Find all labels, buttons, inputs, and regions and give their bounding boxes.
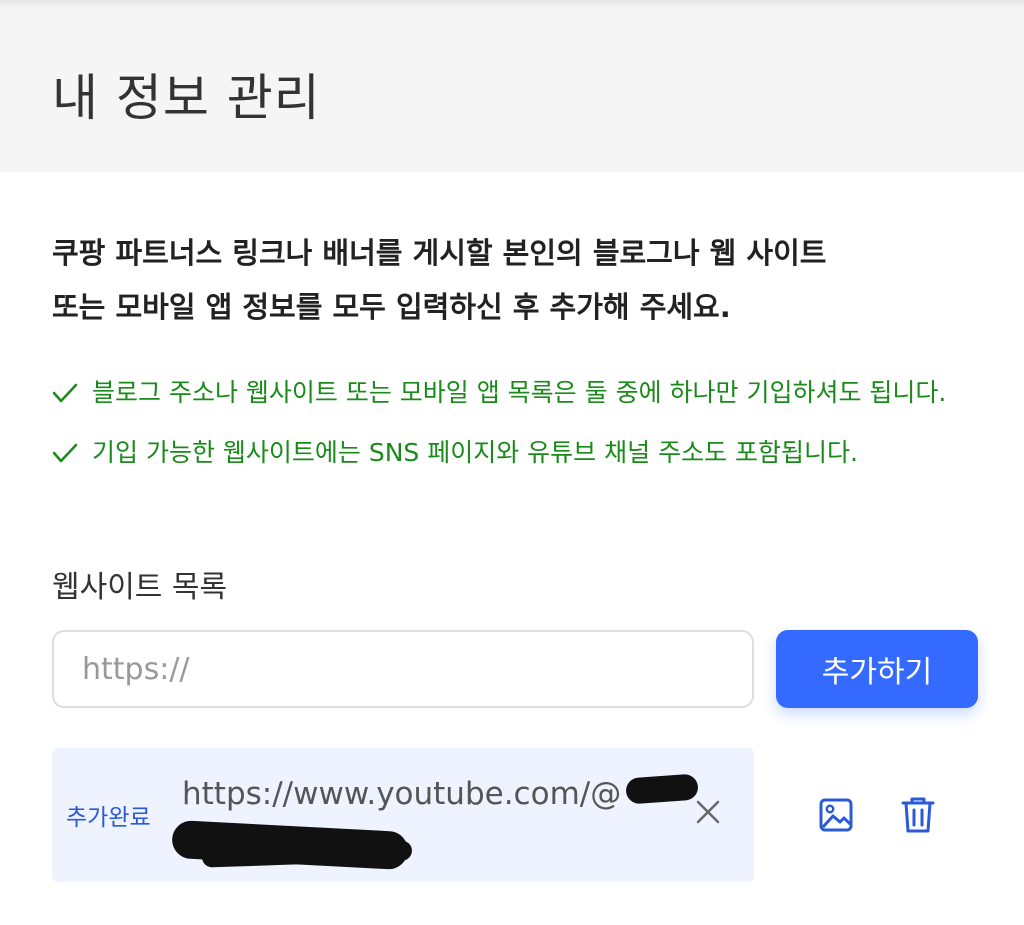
close-icon[interactable] bbox=[688, 792, 728, 832]
page-header: 내 정보 관리 bbox=[0, 0, 1024, 172]
page-title: 내 정보 관리 bbox=[52, 69, 321, 127]
note-item: 기입 가능한 웹사이트에는 SNS 페이지와 유튜브 채널 주소도 포함됩니다. bbox=[52, 428, 972, 478]
check-icon bbox=[52, 383, 78, 403]
website-url: https://www.youtube.com/@ bbox=[182, 776, 622, 812]
intro-line-1: 쿠팡 파트너스 링크나 배너를 게시할 본인의 블로그나 웹 사이트 bbox=[52, 236, 827, 270]
trash-icon[interactable] bbox=[900, 795, 936, 835]
status-badge: 추가완료 bbox=[66, 805, 151, 831]
website-url-input[interactable] bbox=[52, 630, 754, 708]
header-shadow bbox=[0, 0, 1024, 8]
intro-line-2: 또는 모바일 앱 정보를 모두 입력하신 후 추가해 주세요. bbox=[52, 290, 731, 324]
website-list-label: 웹사이트 목록 bbox=[52, 570, 228, 605]
check-icon bbox=[52, 443, 78, 463]
note-text: 기입 가능한 웹사이트에는 SNS 페이지와 유튜브 채널 주소도 포함됩니다. bbox=[92, 438, 858, 467]
note-item: 블로그 주소나 웹사이트 또는 모바일 앱 목록은 둘 중에 하나만 기입하셔도… bbox=[52, 368, 972, 418]
add-website-button[interactable]: 추가하기 bbox=[776, 630, 978, 708]
notes-list: 블로그 주소나 웹사이트 또는 모바일 앱 목록은 둘 중에 하나만 기입하셔도… bbox=[52, 368, 972, 478]
website-list-item: 추가완료 https://www.youtube.com/@ bbox=[52, 748, 754, 882]
note-text: 블로그 주소나 웹사이트 또는 모바일 앱 목록은 둘 중에 하나만 기입하셔도… bbox=[92, 378, 947, 407]
intro-text: 쿠팡 파트너스 링크나 배너를 게시할 본인의 블로그나 웹 사이트 또는 모바… bbox=[52, 226, 952, 334]
image-icon[interactable] bbox=[818, 797, 854, 833]
